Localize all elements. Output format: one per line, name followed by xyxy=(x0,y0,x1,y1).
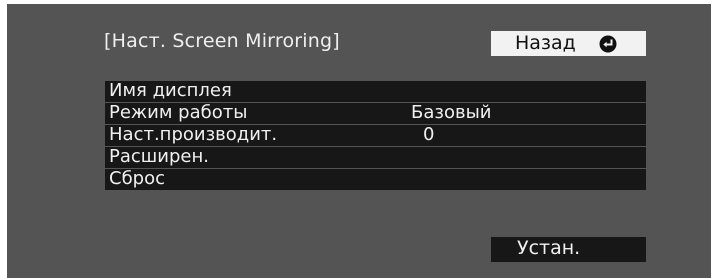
menu-item-value: 0 xyxy=(423,124,435,145)
menu-item-reset[interactable]: Сброс xyxy=(105,168,646,190)
enter-icon xyxy=(599,35,617,53)
menu-item-value: Базовый xyxy=(411,102,492,123)
set-button-label: Устан. xyxy=(517,237,581,259)
menu-item-label: Сброс xyxy=(109,168,166,189)
menu-item-display-name[interactable]: Имя дисплея xyxy=(105,80,646,102)
set-button[interactable]: Устан. xyxy=(491,237,646,262)
menu-item-performance[interactable]: Наст.производит. 0 xyxy=(105,124,646,146)
back-button[interactable]: Назад xyxy=(491,31,646,56)
settings-menu: Имя дисплея Режим работы Базовый Наст.пр… xyxy=(105,80,646,191)
menu-item-label: Наст.производит. xyxy=(109,124,278,145)
menu-item-label: Режим работы xyxy=(109,102,248,123)
menu-item-advanced[interactable]: Расширен. xyxy=(105,146,646,168)
menu-item-operation-mode[interactable]: Режим работы Базовый xyxy=(105,102,646,124)
menu-item-label: Имя дисплея xyxy=(109,80,232,101)
page-title: [Наст. Screen Mirroring] xyxy=(104,30,340,52)
back-button-label: Назад xyxy=(515,32,576,54)
projector-menu-screen: [Наст. Screen Mirroring] Назад Имя диспл… xyxy=(7,4,711,278)
menu-item-label: Расширен. xyxy=(109,146,209,167)
